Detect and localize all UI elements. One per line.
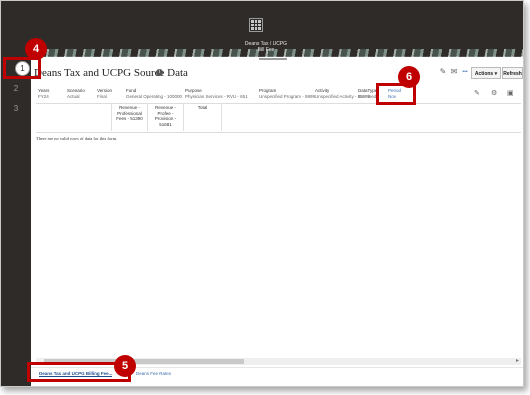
scroll-right-icon[interactable]: ▸: [516, 358, 519, 365]
pov-datatype[interactable]: DataType GL Fixed: [358, 88, 377, 99]
step-badge-5: 5: [114, 355, 136, 377]
pov-program[interactable]: Program Unspecified Program - 9999: [259, 88, 315, 99]
refresh-button[interactable]: Refresh: [502, 67, 523, 79]
no-data-message: There are no valid rows of data for this…: [36, 136, 118, 141]
grid-empty-area: [221, 103, 521, 131]
tab-fee-rates[interactable]: Deans Fee Rates: [136, 371, 171, 376]
panel-handle[interactable]: [259, 58, 287, 60]
app-window: Deans Tax / UCPG Bill Fee 1 2 3 Deans Ta…: [0, 0, 524, 387]
pencil-icon[interactable]: ✎: [474, 89, 480, 97]
sidebar-item-3[interactable]: 3: [1, 104, 31, 113]
pov-years[interactable]: Years FY24: [38, 88, 49, 99]
pov-fund[interactable]: Fund General Operating - 100000: [126, 88, 182, 99]
sidebar-item-2[interactable]: 2: [1, 84, 31, 93]
form-title: Deans Tax and UCPG Source Data: [34, 67, 188, 79]
column-header-professional-fees[interactable]: Revenue - Professional Fees - 51390: [111, 103, 147, 131]
highlight-box-4: [3, 57, 41, 79]
save-icon[interactable]: ▣: [507, 89, 514, 97]
step-badge-4: 4: [25, 38, 47, 60]
pov-version[interactable]: Version Final: [97, 88, 112, 99]
info-icon[interactable]: i: [156, 69, 163, 76]
column-header-profee-provision[interactable]: Revenue - Profee - Provision -51681: [147, 103, 183, 131]
actions-button[interactable]: Actions ▾: [471, 67, 501, 79]
edit-icon[interactable]: ✎: [438, 67, 448, 77]
column-header-total[interactable]: Total: [183, 103, 221, 131]
pov-purpose[interactable]: Purpose Physician Services - RVU - 651: [185, 88, 248, 99]
more-icon[interactable]: •••: [460, 67, 470, 77]
pov-scenario[interactable]: Scenario Actual: [67, 88, 85, 99]
app-title-line2: Bill Fee: [257, 47, 275, 53]
app-title: Deans Tax / UCPG Bill Fee: [231, 41, 301, 53]
comment-icon[interactable]: ✉: [449, 67, 459, 77]
step-badge-6: 6: [398, 66, 420, 88]
navigator-icon[interactable]: [249, 18, 263, 32]
gear-icon[interactable]: ⚙: [491, 89, 497, 97]
